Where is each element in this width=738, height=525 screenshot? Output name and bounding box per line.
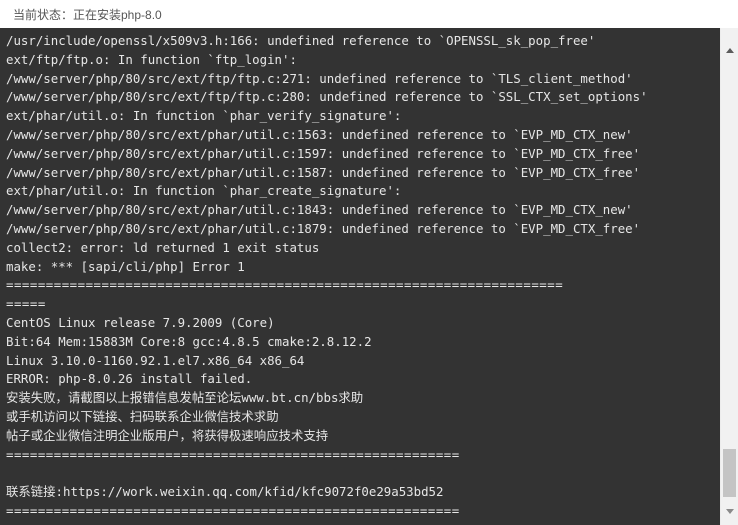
log-line: /www/server/php/80/src/ext/phar/util.c:1… — [6, 220, 641, 236]
triangle-down-glyph — [726, 508, 734, 514]
log-line: ext/ftp/ftp.o: In function `ftp_login': — [6, 51, 297, 67]
log-line: /www/server/php/80/src/ext/phar/util.c:1… — [6, 164, 641, 180]
triangle-up-glyph — [726, 47, 734, 53]
system-info-line: Linux 3.10.0-1160.92.1.el7.x86_64 x86_64 — [6, 352, 305, 368]
log-line: ext/phar/util.o: In function `phar_creat… — [6, 183, 402, 199]
log-line: /www/server/php/80/src/ext/phar/util.c:1… — [6, 202, 633, 218]
scrollbar-thumb[interactable] — [723, 449, 736, 497]
contact-link-line[interactable]: 联系链接:https://work.weixin.qq.com/kfid/kfc… — [6, 483, 720, 502]
console-scrollbar[interactable] — [720, 28, 738, 525]
separator-line: ========================================… — [6, 446, 460, 462]
help-line: 帖子或企业微信注明企业版用户，将获得极速响应技术支持 — [6, 427, 329, 443]
scroll-up-arrow-icon[interactable] — [721, 42, 738, 58]
log-line: collect2: error: ld returned 1 exit stat… — [6, 239, 320, 255]
log-line: /www/server/php/80/src/ext/phar/util.c:1… — [6, 126, 633, 142]
current-status-label: 当前状态：正在安装php-8.0 — [13, 7, 162, 22]
separator-line: ========================================… — [6, 502, 460, 518]
log-line: ext/phar/util.o: In function `phar_verif… — [6, 108, 402, 124]
system-info-line: Bit:64 Mem:15883M Core:8 gcc:4.8.5 cmake… — [6, 333, 372, 349]
install-log-panel: 当前状态：正在安装php-8.0 /usr/include/openssl/x5… — [0, 0, 738, 525]
status-bar: 当前状态：正在安装php-8.0 — [0, 0, 738, 28]
log-line: /www/server/php/80/src/ext/phar/util.c:1… — [6, 145, 641, 161]
scroll-down-arrow-icon[interactable] — [721, 503, 738, 519]
console-output[interactable]: /usr/include/openssl/x509v3.h:166: undef… — [0, 28, 720, 525]
separator-line-tail: ===== — [6, 296, 46, 312]
help-line: 或手机访问以下链接、扫码联系企业微信技术求助 — [6, 408, 279, 424]
separator-line: ========================================… — [6, 277, 564, 293]
log-line: /www/server/php/80/src/ext/ftp/ftp.c:280… — [6, 89, 648, 105]
log-line: /www/server/php/80/src/ext/ftp/ftp.c:271… — [6, 70, 633, 86]
log-line: make: *** [sapi/cli/php] Error 1 — [6, 258, 245, 274]
error-summary-line: ERROR: php-8.0.26 install failed. — [6, 371, 253, 387]
console-wrapper: /usr/include/openssl/x509v3.h:166: undef… — [0, 28, 738, 525]
help-line: 安装失败，请截图以上报错信息发帖至论坛www.bt.cn/bbs求助 — [6, 390, 364, 406]
system-info-line: CentOS Linux release 7.9.2009 (Core) — [6, 314, 275, 330]
log-line: /usr/include/openssl/x509v3.h:166: undef… — [6, 33, 596, 48]
